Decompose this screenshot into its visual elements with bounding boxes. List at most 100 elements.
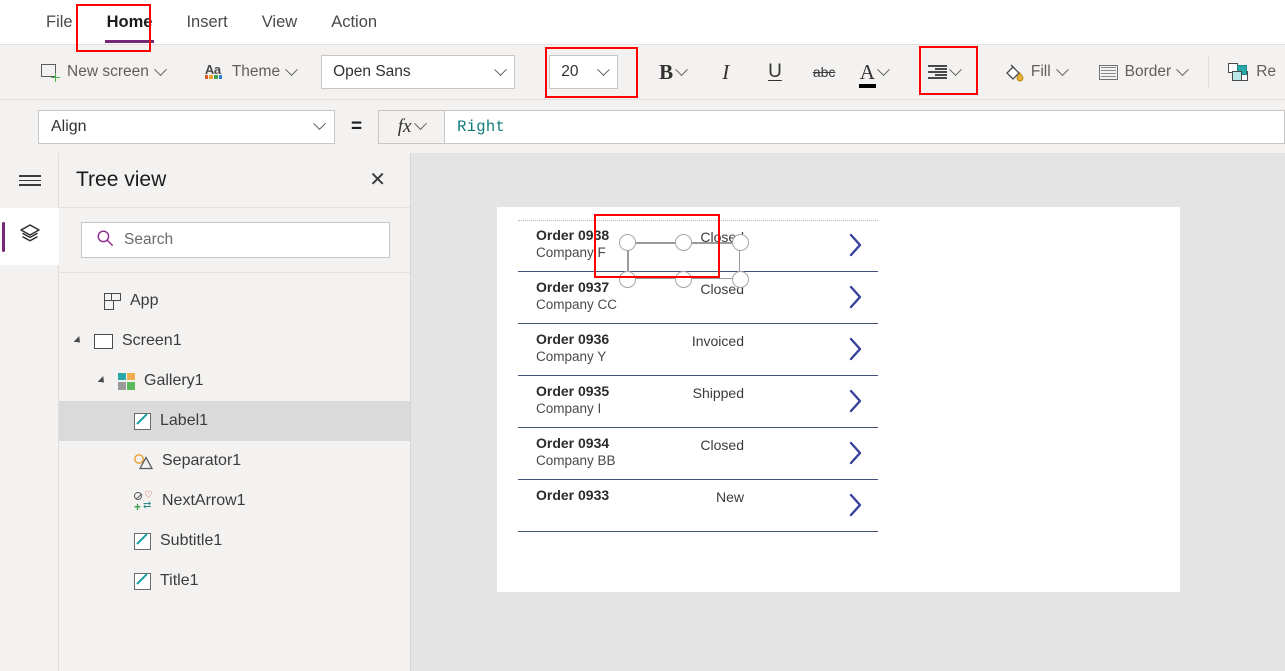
equals-sign: = <box>351 115 363 137</box>
resize-handle-top-left[interactable] <box>618 233 636 251</box>
tree-item-label: Title1 <box>160 572 199 589</box>
row-status-label[interactable]: Closed <box>640 281 744 297</box>
power-apps-studio-window: File Home Insert View Action New screen … <box>0 0 1285 671</box>
tree-view-header: Tree view ✕ <box>59 153 410 208</box>
chevron-down-icon <box>1055 62 1069 76</box>
font-color-icon: A <box>858 59 876 88</box>
canvas-area[interactable]: Order 0938 Company F Closed Order 0937 C… <box>411 153 1285 671</box>
tree-item-app[interactable]: App <box>59 281 410 321</box>
tab-home[interactable]: Home <box>97 11 163 43</box>
row-status-label[interactable]: Shipped <box>640 385 744 401</box>
tree-item-label: Separator1 <box>162 452 242 469</box>
reorder-label: Re <box>1256 63 1277 80</box>
fx-button[interactable]: fx <box>378 109 445 144</box>
underline-label: U <box>768 61 782 82</box>
tree-item-label: Gallery1 <box>144 372 204 389</box>
layers-icon <box>18 222 42 251</box>
tree-item-label1[interactable]: Label1 <box>59 401 410 441</box>
tree-item-separator1[interactable]: Separator1 <box>59 441 410 481</box>
row-subtitle: Company I <box>536 401 602 416</box>
hamburger-menu-icon <box>18 172 41 189</box>
tab-action[interactable]: Action <box>321 11 387 34</box>
chevron-down-icon <box>313 117 326 131</box>
next-arrow-icon[interactable] <box>848 440 864 466</box>
chevron-down-icon <box>876 62 890 76</box>
new-screen-button[interactable]: New screen <box>32 53 174 91</box>
row-status-label[interactable]: Closed <box>640 437 744 453</box>
tab-active-underline <box>104 39 155 43</box>
tab-view-label: View <box>261 12 298 31</box>
app-screen-preview[interactable]: Order 0938 Company F Closed Order 0937 C… <box>497 207 1180 592</box>
tab-insert[interactable]: Insert <box>176 11 237 34</box>
resize-handle-bottom-right[interactable] <box>731 270 749 288</box>
row-status-label[interactable]: New <box>640 489 744 505</box>
underline-button[interactable]: U <box>756 53 793 91</box>
font-color-letter: A <box>859 59 875 84</box>
theme-icon: Aa <box>204 62 223 79</box>
formula-bar: Align = fx Right <box>0 100 1285 153</box>
tab-view[interactable]: View <box>252 11 307 34</box>
chevron-down-icon <box>1176 62 1190 76</box>
tree-item-title1[interactable]: Title1 <box>59 561 410 601</box>
label-icon <box>134 532 151 550</box>
italic-button[interactable]: I <box>707 53 744 91</box>
italic-label: I <box>722 59 730 84</box>
resize-handle-top-center[interactable] <box>675 233 692 251</box>
gallery-row[interactable]: Order 0934 Company BB Closed <box>518 428 878 480</box>
resize-handle-bottom-left[interactable] <box>618 270 636 288</box>
strikethrough-button[interactable]: abc <box>806 53 843 91</box>
next-arrow-icon[interactable] <box>848 284 864 310</box>
font-family-select[interactable]: Open Sans <box>321 55 516 89</box>
tree-item-label: Screen1 <box>122 332 182 349</box>
bold-button[interactable]: B <box>652 53 693 91</box>
tree-item-screen1[interactable]: Screen1 <box>59 321 410 361</box>
close-icon[interactable]: ✕ <box>363 166 392 194</box>
app-icon <box>104 292 121 310</box>
bold-label: B <box>659 59 674 84</box>
tab-file[interactable]: File <box>36 11 83 34</box>
property-select-value: Align <box>51 117 87 135</box>
next-arrow-icon[interactable] <box>848 492 864 518</box>
gallery-row[interactable]: Order 0937 Company CC Closed <box>518 272 878 324</box>
gallery-row[interactable]: Order 0936 Company Y Invoiced <box>518 324 878 376</box>
gallery-control[interactable]: Order 0938 Company F Closed Order 0937 C… <box>518 220 878 548</box>
chevron-expand-icon[interactable] <box>99 376 109 386</box>
chevron-expand-icon[interactable] <box>75 336 85 346</box>
tree-view-list: App Screen1 Gallery1 Label1 Separator1 ♡… <box>59 273 410 601</box>
property-select[interactable]: Align <box>38 109 335 144</box>
border-button[interactable]: Border <box>1090 53 1197 91</box>
tree-item-gallery1[interactable]: Gallery1 <box>59 361 410 401</box>
reorder-button[interactable]: Re <box>1219 53 1285 91</box>
new-screen-icon <box>41 63 60 82</box>
tree-item-subtitle1[interactable]: Subtitle1 <box>59 521 410 561</box>
gallery-icon <box>118 372 135 390</box>
fill-button[interactable]: Fill <box>995 53 1076 91</box>
active-indicator <box>2 222 5 252</box>
gallery-row[interactable]: Order 0935 Company I Shipped <box>518 376 878 428</box>
next-arrow-icon[interactable] <box>848 336 864 362</box>
next-arrow-icon[interactable] <box>848 388 864 414</box>
selection-overlay <box>618 233 749 288</box>
font-size-select[interactable]: 20 <box>549 55 619 89</box>
formula-input[interactable]: Right <box>444 109 1285 144</box>
tree-item-label: Label1 <box>160 412 209 429</box>
chevron-down-icon <box>285 62 298 76</box>
tree-item-nextarrow1[interactable]: ♡ + ⇄ NextArrow1 <box>59 481 410 521</box>
next-arrow-icon[interactable] <box>848 232 864 258</box>
row-status-label[interactable]: Invoiced <box>640 333 744 349</box>
resize-handle-top-right[interactable] <box>731 233 749 251</box>
strikethrough-label: abc <box>812 64 836 80</box>
search-placeholder: Search <box>124 231 174 248</box>
theme-label: Theme <box>231 63 281 80</box>
gallery-row[interactable]: Order 0933 New <box>518 480 878 532</box>
row-subtitle: Company Y <box>536 349 607 364</box>
resize-handle-bottom-center[interactable] <box>675 270 692 288</box>
tree-item-label: Subtitle1 <box>160 532 223 549</box>
tab-home-label: Home <box>106 12 153 31</box>
rail-item-tree-view[interactable] <box>0 208 59 265</box>
font-color-button[interactable]: A <box>853 53 895 91</box>
search-input[interactable]: Search <box>81 222 390 258</box>
text-alignment-button[interactable] <box>921 53 967 91</box>
hamburger-menu-button[interactable] <box>0 153 59 208</box>
theme-button[interactable]: Aa Theme <box>196 53 305 91</box>
